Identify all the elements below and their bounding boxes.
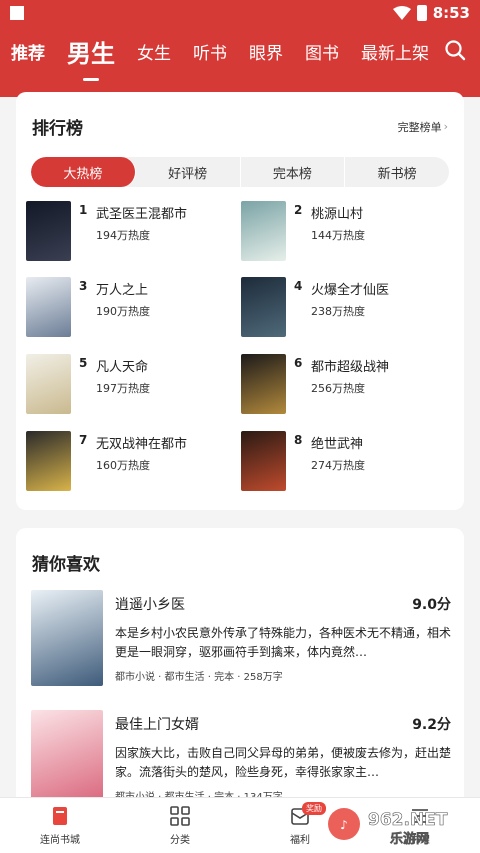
ranking-item[interactable]: 1 武圣医王混都市 194万热度 (26, 201, 236, 263)
ranking-item[interactable]: 8 绝世武神 274万热度 (241, 431, 451, 493)
ranking-item[interactable]: 6 都市超级战神 256万热度 (241, 354, 451, 416)
book-icon (53, 807, 67, 825)
chevron-right-icon: › (443, 120, 448, 133)
book-heat: 256万热度 (311, 382, 365, 395)
rank-number: 8 (294, 433, 303, 447)
full-ranking-link[interactable]: 完整榜单 › (398, 119, 448, 135)
bottom-tab-label: 分类 (170, 835, 190, 846)
rank-number: 6 (294, 356, 303, 370)
search-icon[interactable] (444, 39, 466, 61)
book-cover (26, 431, 71, 491)
rank-number: 4 (294, 279, 303, 293)
reward-badge: 奖励 (302, 802, 326, 815)
book-title: 武圣医王混都市 (96, 207, 188, 222)
segment-new[interactable]: 新书榜 (345, 157, 449, 187)
book-heat: 274万热度 (311, 459, 365, 472)
book-title: 桃源山村 (311, 207, 364, 222)
book-cover (241, 201, 286, 261)
book-meta: 都市小说 · 都市生活 · 完本 · 258万字 (115, 672, 283, 683)
rank-number: 5 (79, 356, 88, 370)
book-heat: 160万热度 (96, 459, 150, 472)
book-cover (241, 277, 286, 337)
book-score: 9.0分 (412, 597, 451, 613)
segment-finished[interactable]: 完本榜 (241, 157, 346, 187)
ranking-item[interactable]: 7 无双战神在都市 160万热度 (26, 431, 236, 493)
ranking-item[interactable]: 4 火爆全才仙医 238万热度 (241, 277, 451, 339)
book-description: 本是乡村小农民意外传承了特殊能力，各种医术无不精通，相术更是一眼洞穿，驱邪画符手… (115, 626, 451, 659)
top-header: 8:53 推荐 男生 女生 听书 眼界 图书 最新上架 (0, 0, 480, 97)
tab-audio[interactable]: 听书 (182, 39, 238, 64)
book-cover (241, 431, 286, 491)
book-score: 9.2分 (412, 717, 451, 733)
book-cover (31, 590, 103, 686)
rank-number: 3 (79, 279, 88, 293)
tab-vision[interactable]: 眼界 (238, 39, 294, 64)
book-title: 逍遥小乡医 (115, 597, 185, 613)
book-title: 火爆全才仙医 (311, 283, 390, 298)
bottom-tab-label: 连尚书城 (40, 835, 80, 846)
bottom-tab-store[interactable]: 连尚书城 (0, 798, 120, 853)
tab-recommend[interactable]: 推荐 (0, 39, 56, 64)
status-time: 8:53 (432, 4, 470, 22)
bottom-tab-label: 福利 (290, 835, 310, 846)
ranking-card: 排行榜 完整榜单 › 大热榜 好评榜 完本榜 新书榜 1 武圣医王混都市 194… (16, 92, 464, 510)
tab-female[interactable]: 女生 (126, 39, 182, 64)
recommend-item[interactable]: 最佳上门女婿 9.2分 因家族大比，击败自己同父异母的弟弟，便被废去修为，赶出楚… (31, 710, 451, 810)
full-ranking-label: 完整榜单 (397, 120, 442, 134)
grid-icon (170, 806, 190, 826)
segment-rated[interactable]: 好评榜 (136, 157, 241, 187)
ranking-item[interactable]: 3 万人之上 190万热度 (26, 277, 236, 339)
ranking-item[interactable]: 5 凡人天命 197万热度 (26, 354, 236, 416)
rank-number: 1 (79, 203, 88, 217)
bottom-tab-category[interactable]: 分类 (120, 798, 240, 853)
battery-icon (416, 5, 427, 21)
book-heat: 194万热度 (96, 229, 150, 242)
book-title: 凡人天命 (96, 360, 149, 375)
book-cover (241, 354, 286, 414)
recommend-item[interactable]: 逍遥小乡医 9.0分 本是乡村小农民意外传承了特殊能力，各种医术无不精通，相术更… (31, 590, 451, 690)
book-cover (31, 710, 103, 806)
notification-icon (10, 6, 24, 20)
book-heat: 144万热度 (311, 229, 365, 242)
book-title: 无双战神在都市 (96, 437, 188, 452)
book-title: 万人之上 (96, 283, 149, 298)
svg-text:乐游网: 乐游网 (390, 831, 429, 847)
guess-title: 猜你喜欢 (32, 555, 100, 575)
ranking-item[interactable]: 2 桃源山村 144万热度 (241, 201, 451, 263)
wifi-icon (392, 6, 411, 20)
tab-newest[interactable]: 最新上架 (350, 39, 440, 64)
svg-text:962.NET: 962.NET (368, 810, 448, 830)
rank-number: 7 (79, 433, 88, 447)
site-watermark-logo: ♪ 962.NET 乐游网 (328, 808, 448, 847)
book-heat: 190万热度 (96, 305, 150, 318)
svg-text:♪: ♪ (340, 818, 348, 832)
book-heat: 197万热度 (96, 382, 150, 395)
book-cover (26, 354, 71, 414)
book-title: 都市超级战神 (311, 360, 390, 375)
book-heat: 238万热度 (311, 305, 365, 318)
book-description: 因家族大比，击败自己同父异母的弟弟，便被废去修为，赶出楚家。流落街头的楚风，险些… (115, 746, 451, 779)
channel-tabs: 推荐 男生 女生 听书 眼界 图书 最新上架 (0, 26, 480, 76)
book-cover (26, 201, 71, 261)
book-title: 绝世武神 (311, 437, 364, 452)
tab-male[interactable]: 男生 (56, 34, 126, 69)
status-bar: 8:53 (0, 0, 480, 26)
rank-number: 2 (294, 203, 303, 217)
ranking-title: 排行榜 (32, 119, 83, 139)
book-title: 最佳上门女婿 (115, 717, 199, 733)
ranking-segments: 大热榜 好评榜 完本榜 新书榜 (31, 157, 449, 187)
segment-hot[interactable]: 大热榜 (31, 157, 136, 187)
book-cover (26, 277, 71, 337)
tab-books[interactable]: 图书 (294, 39, 350, 64)
